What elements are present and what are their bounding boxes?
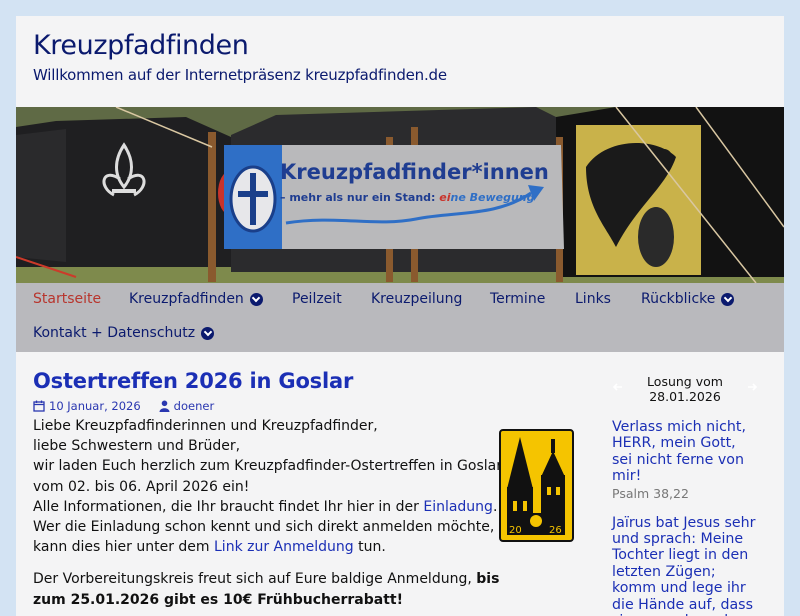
post-author[interactable]: doener [174, 399, 215, 413]
nav-label: Termine [490, 291, 546, 307]
post-title[interactable]: Ostertreffen 2026 in Goslar [33, 369, 353, 393]
nav-item-kreuzpeilung[interactable]: Kreuzpeilung [371, 291, 462, 307]
losung-date: 28.01.2026 [649, 389, 721, 404]
main-navigation: Startseite Kreuzpfadfinden Peilzeit Kreu… [16, 283, 784, 352]
einladung-link[interactable]: Einladung [423, 499, 493, 515]
anmeldung-link[interactable]: Link zur Anmeldung [214, 539, 354, 555]
post-meta: 10 Januar, 2026 doener [33, 399, 214, 413]
post-body: Liebe Kreuzpfadfinderinnen und Kreuzpfad… [33, 416, 513, 610]
post-line-text: kann dies hier unter dem [33, 539, 214, 556]
arrow-left-icon[interactable] [612, 381, 624, 393]
post-line: liebe Schwestern und Brüder, [33, 438, 241, 455]
nav-label: Startseite [33, 291, 102, 307]
losung-header: Losung vom 28.01.2026 [612, 374, 758, 410]
calendar-icon [33, 400, 45, 412]
post-line: vom 02. bis 06. April 2026 ein! [33, 478, 250, 495]
post-line-text: Der Vorbereitungskreis freut sich auf Eu… [33, 571, 477, 588]
nav-label: Links [575, 291, 611, 307]
post-line-text: Alle Informationen, die Ihr braucht find… [33, 498, 424, 515]
sidebar-losung-widget: Losung vom 28.01.2026 Verlass mich nicht… [612, 374, 758, 616]
nav-label: Kreuzpfadfinden [129, 291, 244, 307]
logo-year-right: 26 [549, 525, 562, 536]
chevron-down-icon[interactable] [721, 292, 735, 306]
nav-label: Peilzeit [292, 291, 342, 307]
post-line-text: tun. [353, 539, 386, 556]
nav-label: Rückblicke [641, 291, 716, 307]
post-date[interactable]: 10 Januar, 2026 [49, 399, 141, 413]
nav-item-rueckblicke[interactable]: Rückblicke [641, 291, 735, 307]
post-line: Liebe Kreuzpfadfinderinnen und Kreuzpfad… [33, 418, 378, 434]
losung-verse[interactable]: Verlass mich nicht, HERR, mein Gott, sei… [612, 419, 758, 485]
peacock-painting-icon [576, 125, 701, 275]
nav-item-kontakt-datenschutz[interactable]: Kontakt + Datenschutz [33, 325, 215, 341]
user-icon [159, 400, 170, 412]
banner-headline: Kreuzpfadfinder*innen [280, 160, 549, 184]
nav-label: Kontakt + Datenschutz [33, 325, 196, 341]
page: Kreuzpfadfinden Willkommen auf der Inter… [16, 16, 784, 616]
nav-item-kreuzpfadfinden[interactable]: Kreuzpfadfinden [129, 291, 263, 307]
site-header: Kreuzpfadfinden Willkommen auf der Inter… [16, 16, 784, 107]
nav-item-links[interactable]: Links [575, 291, 611, 307]
nav-item-peilzeit[interactable]: Peilzeit [292, 291, 342, 307]
goslar-2026-logo[interactable]: 20 26 [499, 429, 574, 542]
losung-reference: Psalm 38,22 [612, 485, 689, 501]
site-description: Willkommen auf der Internetpräsenz kreuz… [33, 66, 447, 84]
post-line-text: . [492, 498, 498, 515]
post-line: kann dies hier unter dem Link zur Anmeld… [33, 537, 513, 557]
post-paragraph: Der Vorbereitungskreis freut sich auf Eu… [33, 569, 513, 609]
site-title[interactable]: Kreuzpfadfinden [33, 30, 249, 61]
post-line: Alle Informationen, die Ihr braucht find… [33, 497, 513, 517]
nav-item-termine[interactable]: Termine [490, 291, 545, 307]
cross-shield-icon [229, 165, 277, 233]
nav-label: Kreuzpeilung [371, 291, 463, 307]
logo-year-left: 20 [509, 525, 522, 536]
post-line: Wer die Einladung schon kennt und sich d… [33, 519, 495, 536]
chevron-down-icon[interactable] [201, 326, 215, 340]
chevron-down-icon[interactable] [249, 292, 263, 306]
nav-item-startseite[interactable]: Startseite [33, 291, 101, 307]
lehrtext-verse[interactable]: Jaïrus bat Jesus sehr und sprach: Meine … [612, 515, 758, 616]
header-banner-image: Kreuzpfadfinder*innen – mehr als nur ein… [16, 107, 784, 283]
banner-tagline: – mehr als nur ein Stand: eine Bewegung [280, 191, 535, 204]
losung-title: Losung vom [647, 374, 723, 389]
arrow-right-icon[interactable] [746, 381, 758, 393]
post-line: wir laden Euch herzlich zum Kreuzpfadfin… [33, 458, 502, 475]
